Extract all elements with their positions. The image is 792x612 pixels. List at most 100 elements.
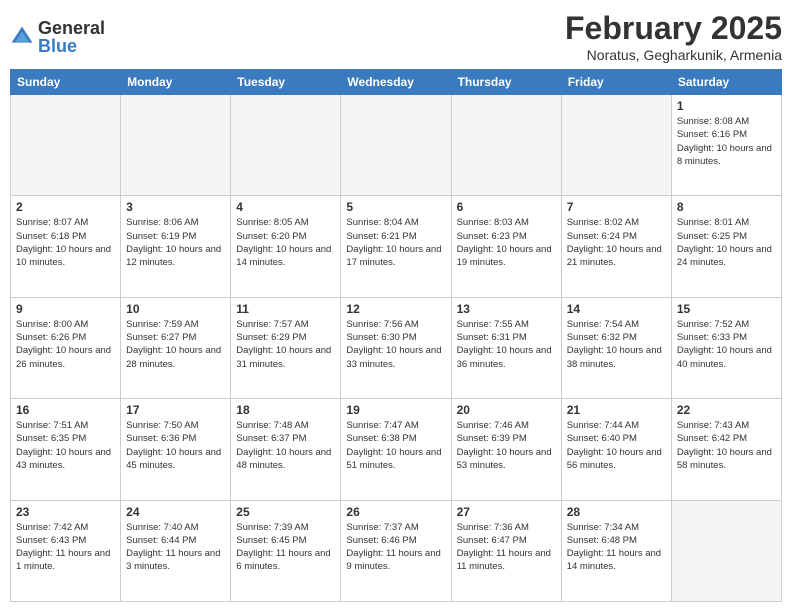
calendar-cell: 27 Sunrise: 7:36 AM Sunset: 6:47 PM Dayli… [451, 500, 561, 601]
logo-icon [10, 25, 34, 49]
day-number: 26 [346, 505, 445, 519]
day-number: 21 [567, 403, 666, 417]
day-info: Sunrise: 8:07 AM Sunset: 6:18 PM Dayligh… [16, 216, 115, 269]
day-number: 24 [126, 505, 225, 519]
day-info: Sunrise: 8:06 AM Sunset: 6:19 PM Dayligh… [126, 216, 225, 269]
day-info: Sunrise: 8:08 AM Sunset: 6:16 PM Dayligh… [677, 115, 776, 168]
header: General Blue February 2025 Noratus, Gegh… [10, 10, 782, 63]
day-info: Sunrise: 7:36 AM Sunset: 6:47 PM Dayligh… [457, 521, 556, 574]
day-number: 11 [236, 302, 335, 316]
day-number: 27 [457, 505, 556, 519]
calendar-cell: 12Sunrise: 7:56 AM Sunset: 6:30 PM Dayli… [341, 297, 451, 398]
day-number: 2 [16, 200, 115, 214]
calendar-cell: 1 Sunrise: 8:08 AM Sunset: 6:16 PM Daylig… [671, 95, 781, 196]
logo-general-text: General [38, 18, 105, 38]
calendar-cell: 24Sunrise: 7:40 AM Sunset: 6:44 PM Dayli… [121, 500, 231, 601]
day-number: 15 [677, 302, 776, 316]
day-info: Sunrise: 7:55 AM Sunset: 6:31 PM Dayligh… [457, 318, 556, 371]
day-number: 25 [236, 505, 335, 519]
day-number: 1 [677, 99, 776, 113]
day-number: 9 [16, 302, 115, 316]
calendar-cell: 6Sunrise: 8:03 AM Sunset: 6:23 PM Daylig… [451, 196, 561, 297]
day-info: Sunrise: 7:39 AM Sunset: 6:45 PM Dayligh… [236, 521, 335, 574]
calendar-cell [121, 95, 231, 196]
day-header-tuesday: Tuesday [231, 70, 341, 95]
calendar-cell: 15 Sunrise: 7:52 AM Sunset: 6:33 PM Dayli… [671, 297, 781, 398]
day-info: Sunrise: 7:43 AM Sunset: 6:42 PM Dayligh… [677, 419, 776, 472]
day-number: 6 [457, 200, 556, 214]
day-number: 20 [457, 403, 556, 417]
day-info: Sunrise: 7:48 AM Sunset: 6:37 PM Dayligh… [236, 419, 335, 472]
day-info: Sunrise: 7:52 AM Sunset: 6:33 PM Dayligh… [677, 318, 776, 371]
day-number: 3 [126, 200, 225, 214]
day-number: 19 [346, 403, 445, 417]
calendar-cell: 8 Sunrise: 8:01 AM Sunset: 6:25 PM Daylig… [671, 196, 781, 297]
title-block: February 2025 Noratus, Gegharkunik, Arme… [565, 10, 782, 63]
day-info: Sunrise: 7:46 AM Sunset: 6:39 PM Dayligh… [457, 419, 556, 472]
calendar-cell [341, 95, 451, 196]
calendar-cell: 9 Sunrise: 8:00 AM Sunset: 6:26 PM Daylig… [11, 297, 121, 398]
day-number: 8 [677, 200, 776, 214]
calendar-cell: 4 Sunrise: 8:05 AM Sunset: 6:20 PM Daylig… [231, 196, 341, 297]
calendar-cell: 18Sunrise: 7:48 AM Sunset: 6:37 PM Dayli… [231, 399, 341, 500]
calendar-cell: 3 Sunrise: 8:06 AM Sunset: 6:19 PM Daylig… [121, 196, 231, 297]
day-header-wednesday: Wednesday [341, 70, 451, 95]
day-info: Sunrise: 7:44 AM Sunset: 6:40 PM Dayligh… [567, 419, 666, 472]
calendar-cell: 16 Sunrise: 7:51 AM Sunset: 6:35 PM Dayli… [11, 399, 121, 500]
day-number: 28 [567, 505, 666, 519]
calendar-cell [231, 95, 341, 196]
day-info: Sunrise: 7:42 AM Sunset: 6:43 PM Dayligh… [16, 521, 115, 574]
day-info: Sunrise: 7:56 AM Sunset: 6:30 PM Dayligh… [346, 318, 445, 371]
calendar-cell: 21 Sunrise: 7:44 AM Sunset: 6:40 PM Dayli… [561, 399, 671, 500]
calendar-week-0: 1 Sunrise: 8:08 AM Sunset: 6:16 PM Daylig… [11, 95, 782, 196]
day-number: 23 [16, 505, 115, 519]
location: Noratus, Gegharkunik, Armenia [565, 47, 782, 63]
day-header-saturday: Saturday [671, 70, 781, 95]
calendar-week-1: 2 Sunrise: 8:07 AM Sunset: 6:18 PM Daylig… [11, 196, 782, 297]
day-info: Sunrise: 8:02 AM Sunset: 6:24 PM Dayligh… [567, 216, 666, 269]
month-title: February 2025 [565, 10, 782, 47]
calendar-cell [561, 95, 671, 196]
day-info: Sunrise: 7:51 AM Sunset: 6:35 PM Dayligh… [16, 419, 115, 472]
calendar-cell: 25 Sunrise: 7:39 AM Sunset: 6:45 PM Dayli… [231, 500, 341, 601]
calendar-cell: 22 Sunrise: 7:43 AM Sunset: 6:42 PM Dayli… [671, 399, 781, 500]
day-info: Sunrise: 7:34 AM Sunset: 6:48 PM Dayligh… [567, 521, 666, 574]
day-number: 4 [236, 200, 335, 214]
calendar-cell: 10 Sunrise: 7:59 AM Sunset: 6:27 PM Dayli… [121, 297, 231, 398]
day-number: 16 [16, 403, 115, 417]
day-number: 7 [567, 200, 666, 214]
calendar-header-row: SundayMondayTuesdayWednesdayThursdayFrid… [11, 70, 782, 95]
day-info: Sunrise: 7:59 AM Sunset: 6:27 PM Dayligh… [126, 318, 225, 371]
day-info: Sunrise: 8:00 AM Sunset: 6:26 PM Dayligh… [16, 318, 115, 371]
day-number: 14 [567, 302, 666, 316]
day-info: Sunrise: 8:05 AM Sunset: 6:20 PM Dayligh… [236, 216, 335, 269]
day-info: Sunrise: 8:01 AM Sunset: 6:25 PM Dayligh… [677, 216, 776, 269]
day-info: Sunrise: 7:50 AM Sunset: 6:36 PM Dayligh… [126, 419, 225, 472]
day-info: Sunrise: 8:04 AM Sunset: 6:21 PM Dayligh… [346, 216, 445, 269]
calendar-cell: 19 Sunrise: 7:47 AM Sunset: 6:38 PM Dayli… [341, 399, 451, 500]
calendar-week-4: 23 Sunrise: 7:42 AM Sunset: 6:43 PM Dayli… [11, 500, 782, 601]
day-info: Sunrise: 7:54 AM Sunset: 6:32 PM Dayligh… [567, 318, 666, 371]
calendar-cell: 7 Sunrise: 8:02 AM Sunset: 6:24 PM Daylig… [561, 196, 671, 297]
calendar-week-3: 16 Sunrise: 7:51 AM Sunset: 6:35 PM Dayli… [11, 399, 782, 500]
calendar-cell: 5 Sunrise: 8:04 AM Sunset: 6:21 PM Daylig… [341, 196, 451, 297]
day-info: Sunrise: 7:37 AM Sunset: 6:46 PM Dayligh… [346, 521, 445, 574]
calendar-cell: 13 Sunrise: 7:55 AM Sunset: 6:31 PM Dayli… [451, 297, 561, 398]
calendar-table: SundayMondayTuesdayWednesdayThursdayFrid… [10, 69, 782, 602]
day-number: 22 [677, 403, 776, 417]
calendar-cell: 26 Sunrise: 7:37 AM Sunset: 6:46 PM Dayli… [341, 500, 451, 601]
calendar-cell [451, 95, 561, 196]
calendar-cell: 2 Sunrise: 8:07 AM Sunset: 6:18 PM Daylig… [11, 196, 121, 297]
logo: General Blue [10, 19, 105, 55]
day-info: Sunrise: 7:47 AM Sunset: 6:38 PM Dayligh… [346, 419, 445, 472]
page: General Blue February 2025 Noratus, Gegh… [0, 0, 792, 612]
day-number: 17 [126, 403, 225, 417]
calendar-cell: 28 Sunrise: 7:34 AM Sunset: 6:48 PM Dayli… [561, 500, 671, 601]
day-number: 10 [126, 302, 225, 316]
day-header-monday: Monday [121, 70, 231, 95]
calendar-cell: 23 Sunrise: 7:42 AM Sunset: 6:43 PM Dayli… [11, 500, 121, 601]
day-number: 5 [346, 200, 445, 214]
day-header-thursday: Thursday [451, 70, 561, 95]
calendar-cell: 11Sunrise: 7:57 AM Sunset: 6:29 PM Dayli… [231, 297, 341, 398]
day-number: 13 [457, 302, 556, 316]
